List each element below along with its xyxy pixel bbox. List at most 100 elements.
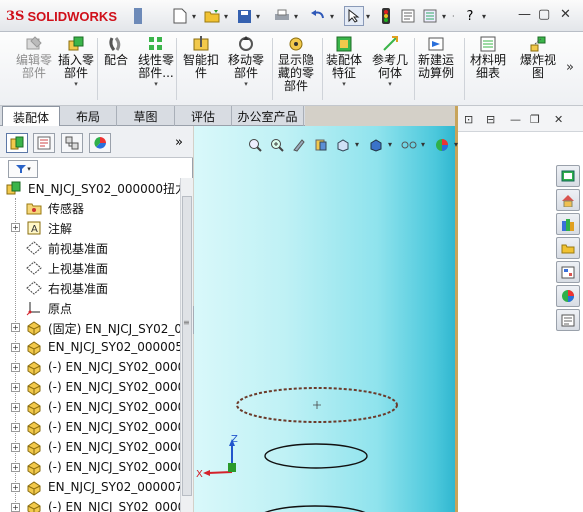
expand-icon[interactable]: +	[11, 443, 20, 452]
collapse-pane-icon[interactable]: ⊟	[486, 113, 495, 126]
hole-edge[interactable]	[264, 443, 368, 469]
display-style-icon[interactable]	[366, 135, 385, 154]
panel-more-button[interactable]: »	[175, 135, 183, 150]
save-icon[interactable]	[234, 6, 254, 26]
scrollbar-thumb[interactable]	[182, 196, 192, 496]
rebuild-icon[interactable]	[376, 6, 396, 26]
chevron-down-icon[interactable]: ▾	[154, 80, 158, 88]
tree-item[interactable]: 传感器	[0, 198, 180, 218]
tree-item[interactable]: + (-) EN_NJCJ_SY02_0000	[0, 498, 180, 512]
ribbon-more-button[interactable]: »	[566, 60, 574, 75]
tab-2[interactable]: 草图	[117, 106, 175, 126]
ribbon-button-move-component[interactable]: 移动零 部件 ▾	[228, 34, 264, 88]
solidworks-logo[interactable]: 3S SOLIDWORKS	[6, 6, 117, 26]
expand-icon[interactable]: +	[11, 423, 20, 432]
featuremanager-icon[interactable]	[6, 133, 28, 153]
expand-icon[interactable]: +	[11, 503, 20, 512]
tab-1[interactable]: 布局	[60, 106, 117, 126]
options-icon[interactable]	[420, 6, 440, 26]
close-icon[interactable]: ✕	[554, 113, 563, 126]
restore-pane-icon[interactable]: ⊡	[464, 113, 473, 126]
filter-icon[interactable]: ▾	[8, 160, 38, 178]
restore-window-icon[interactable]: ▢	[538, 7, 550, 22]
zoom-to-area-icon[interactable]	[267, 135, 286, 154]
tree-item[interactable]: + A 注解	[0, 218, 180, 238]
tree-item[interactable]: + (-) EN_NJCJ_SY02_0000	[0, 418, 180, 438]
ribbon-button-new-motion-study[interactable]: 新建运 动算例	[418, 34, 454, 80]
new-document-icon[interactable]	[170, 6, 190, 26]
hole-edge-bottom[interactable]	[259, 505, 371, 512]
help-icon[interactable]: ?	[460, 6, 480, 26]
chevron-down-icon[interactable]: ▾	[342, 80, 346, 88]
select-dropdown-icon[interactable]: ▾	[366, 12, 374, 21]
configurationmanager-icon[interactable]	[61, 133, 83, 153]
menu-expand-handle[interactable]	[134, 8, 142, 24]
ribbon-button-edit-component[interactable]: 编辑零 部件	[16, 34, 52, 80]
chevron-down-icon[interactable]: ▾	[74, 80, 78, 88]
view-orientation-dropdown-icon[interactable]: ▾	[355, 140, 363, 149]
ribbon-button-reference-geometry[interactable]: 参考几 何体 ▾	[372, 34, 408, 88]
home-icon[interactable]	[556, 189, 580, 211]
expand-icon[interactable]: +	[11, 463, 20, 472]
expand-icon[interactable]: +	[11, 483, 20, 492]
zoom-to-fit-icon[interactable]	[245, 135, 264, 154]
tree-item[interactable]: + EN_NJCJ_SY02_000007	[0, 478, 180, 498]
display-style-dropdown-icon[interactable]: ▾	[388, 140, 396, 149]
expand-icon[interactable]: +	[11, 363, 20, 372]
ribbon-button-show-hidden[interactable]: 显示隐 藏的零 部件	[278, 34, 314, 93]
tree-item[interactable]: 原点	[0, 298, 180, 318]
expand-icon[interactable]: +	[11, 323, 20, 332]
undo-dropdown-icon[interactable]: ▾	[330, 12, 338, 21]
help-dropdown-icon[interactable]: ▾	[482, 12, 490, 21]
ribbon-button-linear-pattern[interactable]: 线性零 部件... ▾	[138, 34, 174, 88]
previous-view-icon[interactable]	[289, 135, 308, 154]
tab-0[interactable]: 装配体	[2, 106, 60, 127]
ribbon-button-smart-fasteners[interactable]: 智能扣 件	[183, 34, 219, 80]
section-view-icon[interactable]	[311, 135, 330, 154]
view-palette-icon[interactable]	[556, 261, 580, 283]
tree-item[interactable]: + (-) EN_NJCJ_SY02_0000	[0, 358, 180, 378]
select-arrow-icon[interactable]	[344, 6, 364, 26]
expand-icon[interactable]: +	[11, 343, 20, 352]
ribbon-button-assembly-features[interactable]: 装配体 特征 ▾	[326, 34, 362, 88]
tree-item[interactable]: 上视基准面	[0, 258, 180, 278]
open-dropdown-icon[interactable]: ▾	[224, 12, 232, 21]
ribbon-button-exploded-view[interactable]: 爆炸视 图	[520, 34, 556, 80]
tree-scrollbar[interactable]: ≡	[180, 178, 193, 512]
view-orientation-icon[interactable]	[333, 135, 352, 154]
restore-icon[interactable]: ❐	[530, 113, 540, 126]
file-properties-icon[interactable]	[398, 6, 418, 26]
undo-icon[interactable]	[308, 6, 328, 26]
minimize-window-icon[interactable]: —	[518, 7, 531, 22]
ribbon-button-bill-of-materials[interactable]: 材料明 细表	[470, 34, 506, 80]
tree-item[interactable]: + (-) EN_NJCJ_SY02_0000	[0, 458, 180, 478]
chevron-down-icon[interactable]: ▾	[388, 80, 392, 88]
graphics-area[interactable]: Z X	[194, 126, 456, 512]
expand-icon[interactable]: +	[11, 403, 20, 412]
print-icon[interactable]	[272, 6, 292, 26]
save-dropdown-icon[interactable]: ▾	[256, 12, 264, 21]
appearances-icon[interactable]	[556, 285, 580, 307]
tree-item[interactable]: + (-) EN_NJCJ_SY02_0000	[0, 378, 180, 398]
options-dropdown-icon[interactable]: ▾	[442, 12, 450, 21]
expand-icon[interactable]: +	[11, 383, 20, 392]
minimize-icon[interactable]: —	[510, 113, 521, 126]
print-dropdown-icon[interactable]: ▾	[294, 12, 302, 21]
hide-show-items-icon[interactable]	[399, 135, 418, 154]
tree-item[interactable]: + (固定) EN_NJCJ_SY02_0	[0, 318, 180, 338]
design-library-icon[interactable]	[556, 213, 580, 235]
ribbon-button-mate[interactable]: 配合	[104, 34, 128, 67]
new-dropdown-icon[interactable]: ▾	[192, 12, 200, 21]
tab-4[interactable]: 办公室产品	[232, 106, 304, 126]
hide-show-dropdown-icon[interactable]: ▾	[421, 140, 429, 149]
custom-properties-icon[interactable]	[556, 309, 580, 331]
appearance-icon[interactable]	[89, 133, 111, 153]
tree-item[interactable]: 前视基准面	[0, 238, 180, 258]
tree-item[interactable]: + (-) EN_NJCJ_SY02_0000	[0, 398, 180, 418]
chevron-down-icon[interactable]: ▾	[244, 80, 248, 88]
close-window-icon[interactable]: ✕	[560, 7, 571, 22]
tree-item[interactable]: EN_NJCJ_SY02_000000扭力	[0, 178, 180, 198]
tree-item[interactable]: + EN_NJCJ_SY02_000005	[0, 338, 180, 358]
file-explorer-icon[interactable]	[556, 237, 580, 259]
edit-appearance-icon[interactable]	[432, 135, 451, 154]
